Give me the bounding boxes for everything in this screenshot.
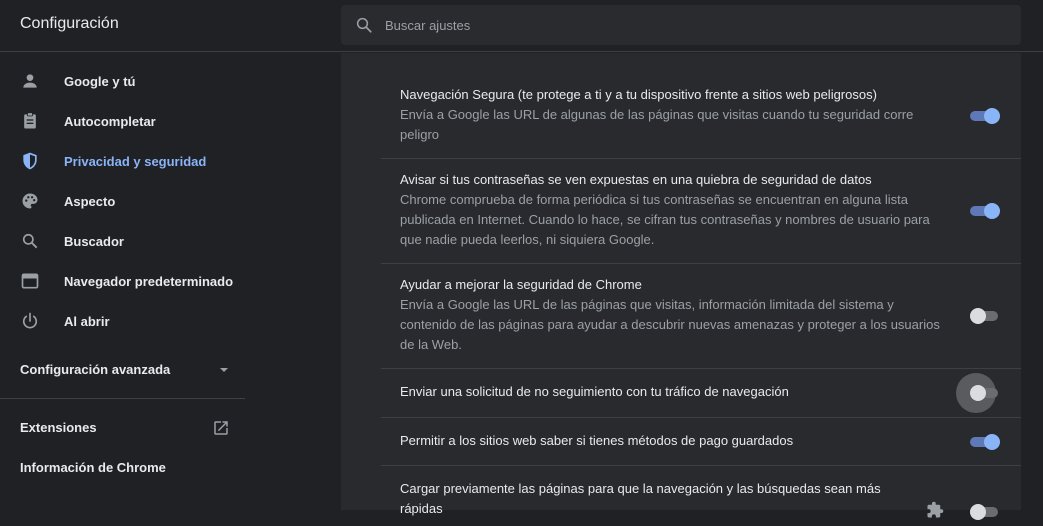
power-icon	[20, 311, 40, 331]
setting-title: Cargar previamente las páginas para que …	[400, 481, 881, 516]
safe-browsing-toggle[interactable]	[970, 108, 1000, 124]
about-chrome-link[interactable]: Información de Chrome	[20, 460, 166, 475]
sidebar-item-google[interactable]: Google y tú	[0, 61, 245, 101]
extension-puzzle-icon[interactable]	[926, 501, 944, 519]
sidebar-item-label: Autocompletar	[64, 113, 156, 129]
top-bar: Configuración	[0, 0, 1043, 52]
payment-methods-toggle[interactable]	[970, 434, 1000, 450]
sidebar-item-label: Buscador	[64, 233, 124, 249]
sidebar-item-privacy[interactable]: Privacidad y seguridad	[0, 141, 245, 181]
sidebar-item-appearance[interactable]: Aspecto	[0, 181, 245, 221]
search-input[interactable]	[385, 5, 1005, 45]
extensions-link[interactable]: Extensiones	[20, 420, 97, 435]
setting-improve-security: Ayudar a mejorar la seguridad de Chrome …	[381, 264, 1021, 369]
setting-title: Avisar si tus contraseñas se ven expuest…	[400, 172, 872, 187]
setting-do-not-track: Enviar una solicitud de no seguimiento c…	[381, 369, 1021, 418]
improve-security-toggle[interactable]	[970, 308, 1000, 324]
preload-pages-toggle[interactable]	[970, 504, 1000, 520]
setting-description: Chrome comprueba de forma periódica si t…	[400, 192, 930, 247]
setting-description: Envía a Google las URL de las páginas qu…	[400, 297, 940, 352]
page-title: Configuración	[20, 15, 119, 32]
sidebar-item-on-startup[interactable]: Al abrir	[0, 301, 245, 341]
shield-icon	[20, 151, 40, 171]
advanced-settings-label: Configuración avanzada	[20, 362, 171, 377]
sidebar-item-label: Google y tú	[64, 73, 136, 89]
chevron-down-icon	[220, 368, 228, 372]
sidebar: Google y tú Autocompletar Privacidad y s…	[0, 53, 245, 510]
search-icon	[356, 17, 372, 33]
setting-safe-browsing: Navegación Segura (te protege a ti y a t…	[381, 73, 1021, 159]
setting-title: Navegación Segura (te protege a ti y a t…	[400, 87, 877, 102]
sidebar-item-autofill[interactable]: Autocompletar	[0, 101, 245, 141]
search-box[interactable]	[341, 5, 1021, 45]
sidebar-item-label: Al abrir	[64, 313, 110, 329]
sidebar-item-default-browser[interactable]: Navegador predeterminado	[0, 261, 245, 301]
setting-password-leak: Avisar si tus contraseñas se ven expuest…	[381, 159, 1021, 264]
setting-title: Ayudar a mejorar la seguridad de Chrome	[400, 277, 642, 292]
sidebar-divider	[0, 398, 245, 399]
palette-icon	[20, 191, 40, 211]
setting-description: Envía a Google las URL de algunas de las…	[400, 107, 914, 142]
browser-icon	[20, 271, 40, 291]
open-in-new-icon[interactable]	[212, 419, 230, 437]
clipboard-icon	[20, 111, 40, 131]
setting-title: Permitir a los sitios web saber si tiene…	[400, 433, 794, 448]
sidebar-item-label: Privacidad y seguridad	[64, 153, 207, 169]
search-icon	[20, 231, 40, 251]
password-leak-toggle[interactable]	[970, 203, 1000, 219]
setting-title: Enviar una solicitud de no seguimiento c…	[400, 384, 789, 399]
do-not-track-toggle[interactable]	[970, 385, 1000, 401]
sidebar-item-search-engine[interactable]: Buscador	[0, 221, 245, 261]
person-icon	[20, 71, 40, 91]
advanced-settings-toggle[interactable]: Configuración avanzada	[20, 360, 230, 380]
sidebar-item-label: Aspecto	[64, 193, 116, 209]
setting-preload-pages: Cargar previamente las páginas para que …	[381, 466, 1021, 526]
sidebar-item-label: Navegador predeterminado	[64, 273, 234, 289]
settings-card: Navegación Segura (te protege a ti y a t…	[341, 53, 1021, 520]
setting-payment-methods: Permitir a los sitios web saber si tiene…	[381, 418, 1021, 466]
